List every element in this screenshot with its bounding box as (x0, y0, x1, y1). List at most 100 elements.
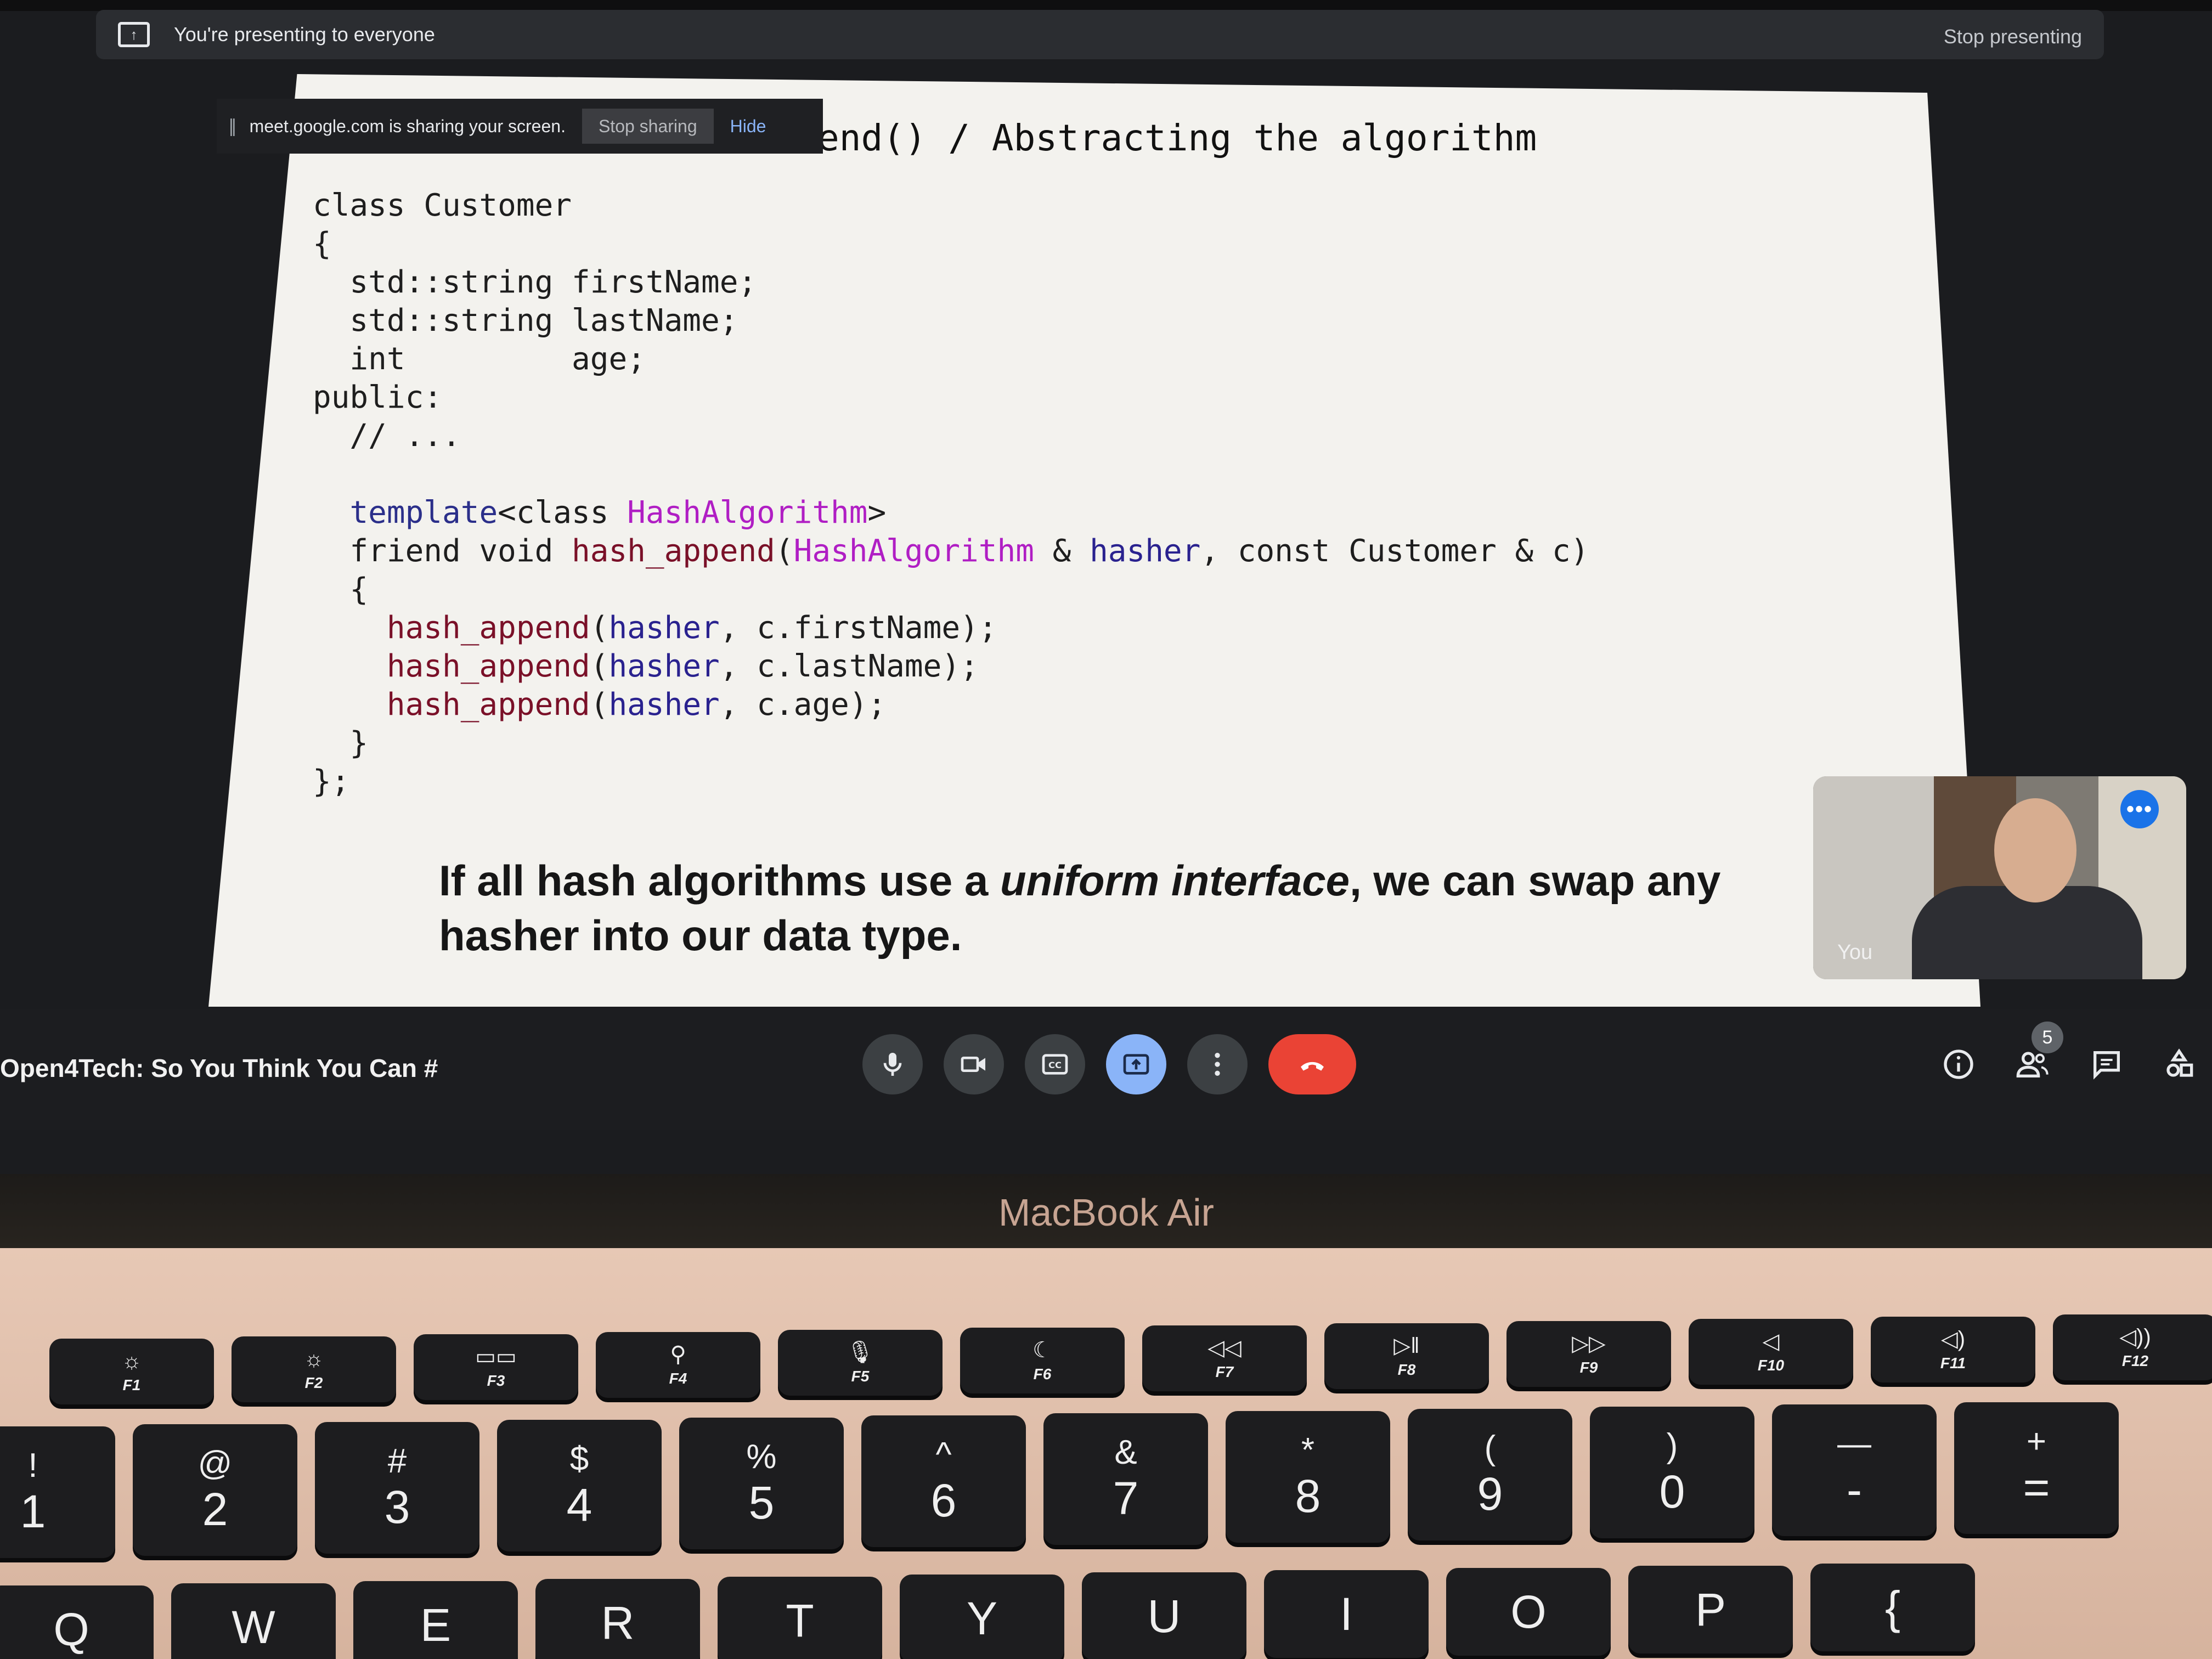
code-token: hash_append (386, 687, 590, 723)
presented-slide: end() / Abstracting the algorithm class … (208, 74, 1980, 1007)
number-key-symbol: 0 (1659, 1466, 1685, 1517)
function-key-label: F11 (1940, 1355, 1966, 1372)
function-key[interactable]: ▷ǁ F8 (1324, 1323, 1489, 1389)
function-key[interactable]: ▷▷ F9 (1506, 1321, 1671, 1387)
svg-text:CC: CC (1048, 1060, 1062, 1070)
code-line: // ... (313, 417, 1589, 455)
captions-button[interactable]: CC (1025, 1034, 1085, 1094)
function-key[interactable]: ◁) F11 (1871, 1317, 2035, 1383)
drag-handle-icon[interactable]: || (229, 116, 236, 137)
code-block: class Customer{ std::string firstName; s… (313, 187, 1589, 801)
function-key[interactable]: ◁ F10 (1689, 1319, 1853, 1385)
function-key[interactable]: 🎙 F5 (778, 1330, 943, 1396)
function-key[interactable]: ◁)) F12 (2053, 1314, 2212, 1380)
code-line: class Customer (313, 187, 1589, 225)
number-key[interactable]: — - (1772, 1404, 1937, 1536)
number-key[interactable]: ^ 6 (861, 1415, 1026, 1547)
letter-key[interactable]: O (1446, 1568, 1611, 1656)
letter-key[interactable]: E (353, 1581, 518, 1659)
number-key[interactable]: + = (1954, 1402, 2119, 1534)
function-key-label: F1 (122, 1376, 141, 1393)
code-line: std::string firstName; (313, 263, 1589, 302)
code-line: friend void hash_append(HashAlgorithm & … (313, 532, 1589, 571)
number-key-symbol: - (1847, 1464, 1862, 1515)
slide-title: end() / Abstracting the algorithm (817, 117, 1537, 159)
tile-more-options-icon[interactable]: ••• (2120, 790, 2159, 828)
code-token: hasher (608, 648, 720, 684)
number-key-shift-symbol: + (2026, 1423, 2047, 1460)
hang-up-icon (1301, 1062, 1324, 1071)
stop-presenting-button[interactable]: Stop presenting (1944, 25, 2082, 48)
code-line: { (313, 571, 1589, 609)
code-line: hash_append(hasher, c.firstName); (313, 609, 1589, 647)
code-token: , c.age); (719, 687, 887, 723)
function-key[interactable]: ◁◁ F7 (1142, 1325, 1307, 1391)
letter-key-symbol: Y (966, 1592, 998, 1644)
number-key[interactable]: @2 (133, 1424, 297, 1556)
code-token: hash_append (572, 533, 775, 569)
letter-key-symbol: R (601, 1596, 635, 1649)
letter-key-symbol: I (1340, 1588, 1353, 1640)
function-key[interactable]: ▭▭ F3 (414, 1334, 578, 1400)
number-key[interactable]: #3 (315, 1422, 479, 1554)
code-token: ( (590, 610, 609, 646)
number-key[interactable]: (9 (1408, 1409, 1572, 1541)
function-key-icon: ☾ (1032, 1338, 1052, 1362)
leave-call-button[interactable] (1268, 1034, 1356, 1094)
code-token: { (313, 572, 369, 607)
letter-key[interactable]: T (718, 1577, 882, 1659)
letter-key-symbol: P (1695, 1583, 1726, 1635)
number-key-shift-symbol: ^ (935, 1436, 952, 1474)
letter-key[interactable]: U (1082, 1572, 1246, 1659)
letter-key-symbol: { (1884, 1581, 1901, 1633)
letter-key[interactable]: P (1628, 1566, 1793, 1654)
stop-sharing-button[interactable]: Stop sharing (582, 109, 714, 144)
number-key-shift-symbol: ) (1666, 1427, 1678, 1465)
letter-key[interactable]: Q (0, 1585, 154, 1659)
caption-part-1: If all hash algorithms use a (439, 856, 1000, 905)
camera-button[interactable] (944, 1034, 1004, 1094)
code-token: ( (775, 533, 794, 569)
function-key-icon: ◁◁ (1207, 1336, 1242, 1360)
present-now-button[interactable] (1106, 1034, 1166, 1094)
code-token: HashAlgorithm (627, 495, 868, 531)
number-key-symbol: 3 (384, 1481, 410, 1533)
letter-key-symbol: U (1147, 1590, 1181, 1642)
code-line: { (313, 225, 1589, 263)
hide-button[interactable]: Hide (730, 116, 766, 137)
letter-key[interactable]: I (1264, 1570, 1429, 1658)
code-line: hash_append(hasher, c.age); (313, 686, 1589, 724)
code-token: hasher (608, 610, 720, 646)
number-key[interactable]: ! 1 (0, 1426, 115, 1558)
more-options-button[interactable] (1187, 1034, 1248, 1094)
code-token: std::string firstName; (313, 264, 757, 300)
function-key[interactable]: ☼ F2 (232, 1336, 396, 1402)
function-key-icon: ☼ (121, 1349, 142, 1373)
activities-button[interactable] (2157, 1042, 2201, 1086)
closed-captions-icon: CC (1042, 1054, 1068, 1075)
letter-key[interactable]: W (171, 1583, 336, 1659)
function-key[interactable]: ☼ F1 (49, 1339, 214, 1404)
letter-key[interactable]: { (1810, 1564, 1975, 1651)
number-key[interactable]: & 7 (1043, 1413, 1208, 1545)
microphone-button[interactable] (862, 1034, 923, 1094)
number-key[interactable]: * 8 (1226, 1411, 1390, 1543)
function-key[interactable]: ⚲ F4 (596, 1332, 760, 1398)
code-token: , const Customer & c) (1200, 533, 1589, 569)
code-token: int age; (313, 341, 646, 377)
number-key[interactable]: % 5 (679, 1418, 844, 1549)
video-person-head (1994, 798, 2076, 902)
chat-button[interactable] (2085, 1042, 2129, 1086)
number-key[interactable]: $4 (497, 1420, 662, 1551)
letter-key[interactable]: R (535, 1579, 700, 1659)
meeting-details-button[interactable] (1937, 1042, 1980, 1086)
number-key-shift-symbol: % (746, 1438, 777, 1476)
number-key[interactable]: ) 0 (1590, 1407, 1754, 1538)
function-key[interactable]: ☾ F6 (960, 1328, 1125, 1393)
function-key-icon: ☼ (303, 1347, 324, 1371)
letter-key[interactable]: Y (900, 1575, 1064, 1659)
code-line: public: (313, 379, 1589, 417)
